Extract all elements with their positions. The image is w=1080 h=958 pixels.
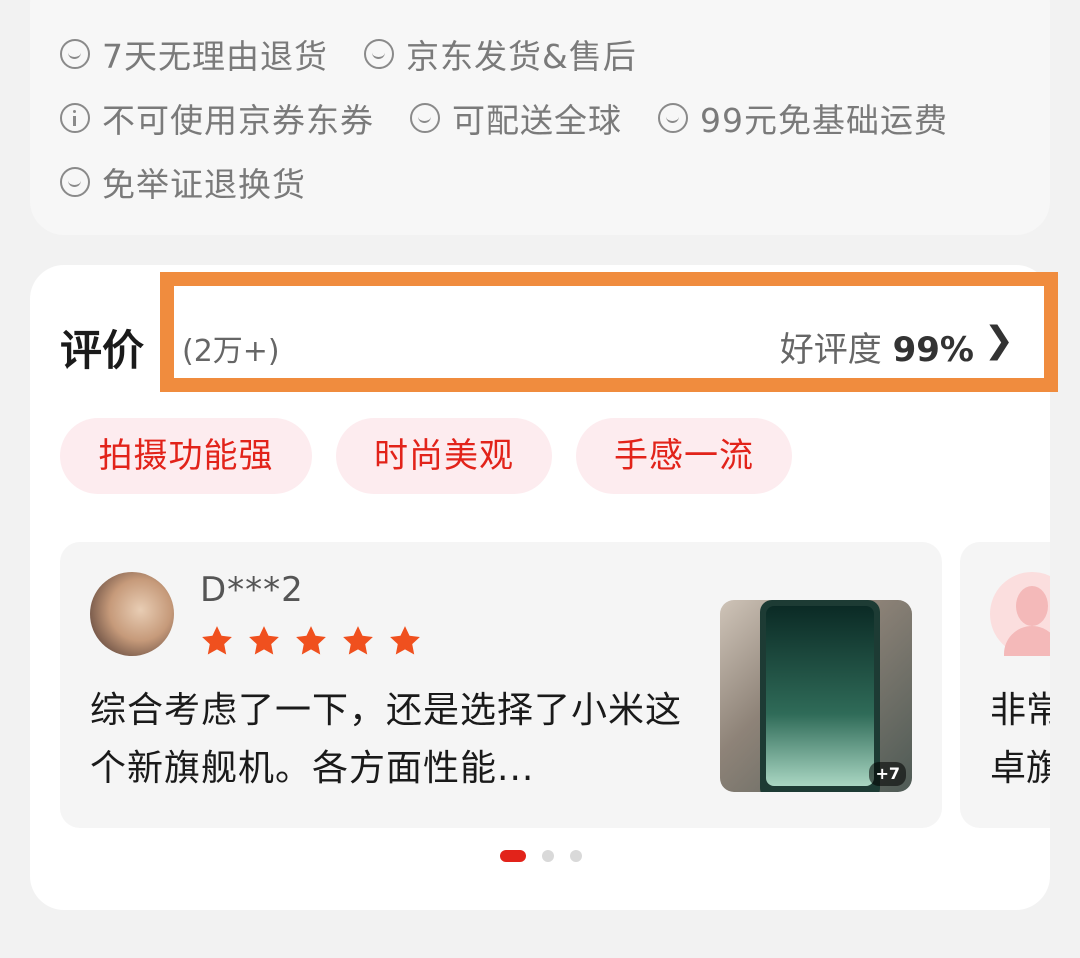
review-text: 非常 卓旗 [990,690,1050,789]
service-row-2: 不可使用京券东券 可配送全球 99元免基础运费 [60,94,984,142]
review-card[interactable]: D***2 综合考虑了一下，还是选择了小米这个新旗舰机。各方面性能... +7 [60,542,942,828]
star-icon [296,626,326,655]
avatar-head [1016,586,1048,626]
service-item: 可配送全球 [410,94,622,142]
service-label: 京东发货&售后 [406,37,637,76]
pagination-dot [570,850,582,862]
review-tag[interactable]: 手感一流 [576,418,792,494]
chevron-right-icon: ❯ [983,320,1014,361]
reviews-summary-link[interactable]: (2万+) 好评度 99% ❯ [160,272,1058,392]
positive-rate-value: 99% [892,330,974,370]
star-rating [200,624,435,658]
smile-icon [60,39,90,69]
service-label: 不可使用京券东券 [102,101,374,140]
service-item: 京东发货&售后 [364,30,637,78]
review-text: 综合考虑了一下，还是选择了小米这个新旗舰机。各方面性能... [90,690,683,789]
smile-icon [658,103,688,133]
review-photo[interactable]: +7 [720,600,912,792]
service-item: 免举证退换货 [60,158,306,206]
service-row-1: 7天无理由退货 京东发货&售后 [60,30,673,78]
star-icon [343,626,373,655]
review-tag[interactable]: 拍摄功能强 [60,418,312,494]
pagination-dot [542,850,554,862]
smile-icon [60,167,90,197]
carousel-pagination [500,850,598,862]
phone-screen [766,606,874,786]
star-icon [390,626,420,655]
service-label: 7天无理由退货 [102,37,328,76]
smile-icon [364,39,394,69]
service-item: 99元免基础运费 [658,94,948,142]
review-tag[interactable]: 时尚美观 [336,418,552,494]
service-item: 7天无理由退货 [60,30,328,78]
service-label: 99元免基础运费 [700,101,948,140]
service-item: 不可使用京券东券 [60,94,374,142]
photo-count-badge: +7 [869,762,906,786]
service-guarantees-card: 7天无理由退货 京东发货&售后 不可使用京券东券 可配送全球 99元免基础运费 … [30,0,1050,235]
star-icon [249,626,279,655]
review-card[interactable]: 非常 卓旗 [960,542,1050,828]
positive-rate-label: 好评度 [779,330,882,370]
positive-rate: 好评度 99% [780,322,974,371]
smile-icon [410,103,440,133]
default-avatar [990,572,1050,656]
reviews-title: 评价 [60,326,145,375]
pagination-dot-active [500,850,526,862]
service-row-3: 免举证退换货 [60,158,342,206]
avatar-body [1004,626,1050,656]
review-count: (2万+) [182,334,280,369]
star-icon [202,626,232,655]
phone-image [760,600,880,792]
service-label: 可配送全球 [452,101,622,140]
info-icon [60,103,90,133]
avatar [90,572,174,656]
service-label: 免举证退换货 [102,165,306,204]
review-username: D***2 [200,570,304,610]
